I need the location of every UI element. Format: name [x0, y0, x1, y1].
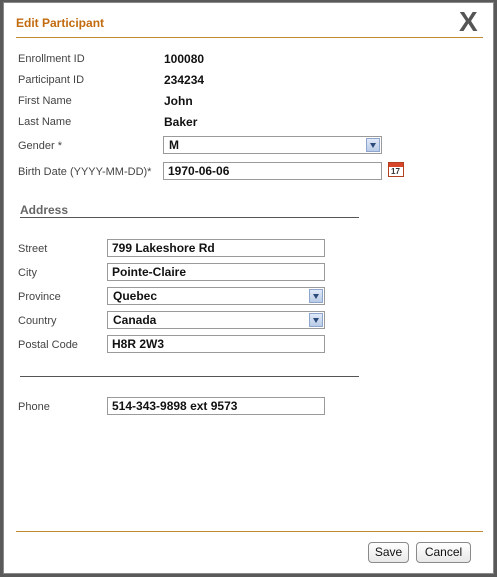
street-label: Street: [18, 243, 48, 255]
gender-select[interactable]: M: [163, 136, 382, 154]
participant-id-label: Participant ID: [18, 74, 85, 86]
phone-label: Phone: [18, 401, 50, 413]
address-divider: [20, 217, 359, 218]
cancel-button[interactable]: Cancel: [416, 542, 471, 563]
street-input[interactable]: 799 Lakeshore Rd: [107, 239, 325, 257]
enrollment-id-label: Enrollment ID: [18, 53, 85, 65]
contact-divider: [20, 376, 359, 377]
phone-input[interactable]: 514-343-9898 ext 9573: [107, 397, 325, 415]
title-divider: [16, 37, 483, 38]
last-name-label: Last Name: [18, 116, 72, 128]
gender-label: Gender *: [18, 140, 63, 152]
province-label: Province: [18, 291, 61, 303]
city-input[interactable]: Pointe-Claire: [107, 263, 325, 281]
chevron-down-icon[interactable]: [366, 138, 380, 152]
first-name-value: John: [164, 94, 193, 108]
gender-selected-value: M: [169, 138, 179, 152]
save-button[interactable]: Save: [368, 542, 409, 563]
calendar-icon[interactable]: 17: [388, 162, 404, 177]
birth-date-label: Birth Date (YYYY-MM-DD)*: [18, 166, 152, 178]
footer-divider: [16, 531, 483, 532]
chevron-down-icon[interactable]: [309, 313, 323, 327]
calendar-icon-day: 17: [391, 167, 400, 176]
edit-participant-dialog: Edit Participant X Enrollment ID 100080 …: [3, 2, 494, 574]
participant-id-value: 234234: [164, 73, 205, 87]
last-name-value: Baker: [164, 115, 198, 129]
province-selected-value: Quebec: [113, 289, 158, 303]
country-selected-value: Canada: [113, 313, 157, 327]
country-label: Country: [18, 315, 57, 327]
close-icon[interactable]: X: [459, 6, 478, 38]
country-select[interactable]: Canada: [107, 311, 325, 329]
postal-code-input[interactable]: H8R 2W3: [107, 335, 325, 353]
enrollment-id-value: 100080: [164, 52, 205, 66]
chevron-down-icon[interactable]: [309, 289, 323, 303]
address-heading: Address: [20, 203, 69, 217]
first-name-label: First Name: [18, 95, 72, 107]
postal-code-label: Postal Code: [18, 339, 78, 351]
city-label: City: [18, 267, 37, 279]
birth-date-input[interactable]: 1970-06-06: [163, 162, 382, 180]
province-select[interactable]: Quebec: [107, 287, 325, 305]
dialog-title: Edit Participant: [16, 16, 105, 30]
